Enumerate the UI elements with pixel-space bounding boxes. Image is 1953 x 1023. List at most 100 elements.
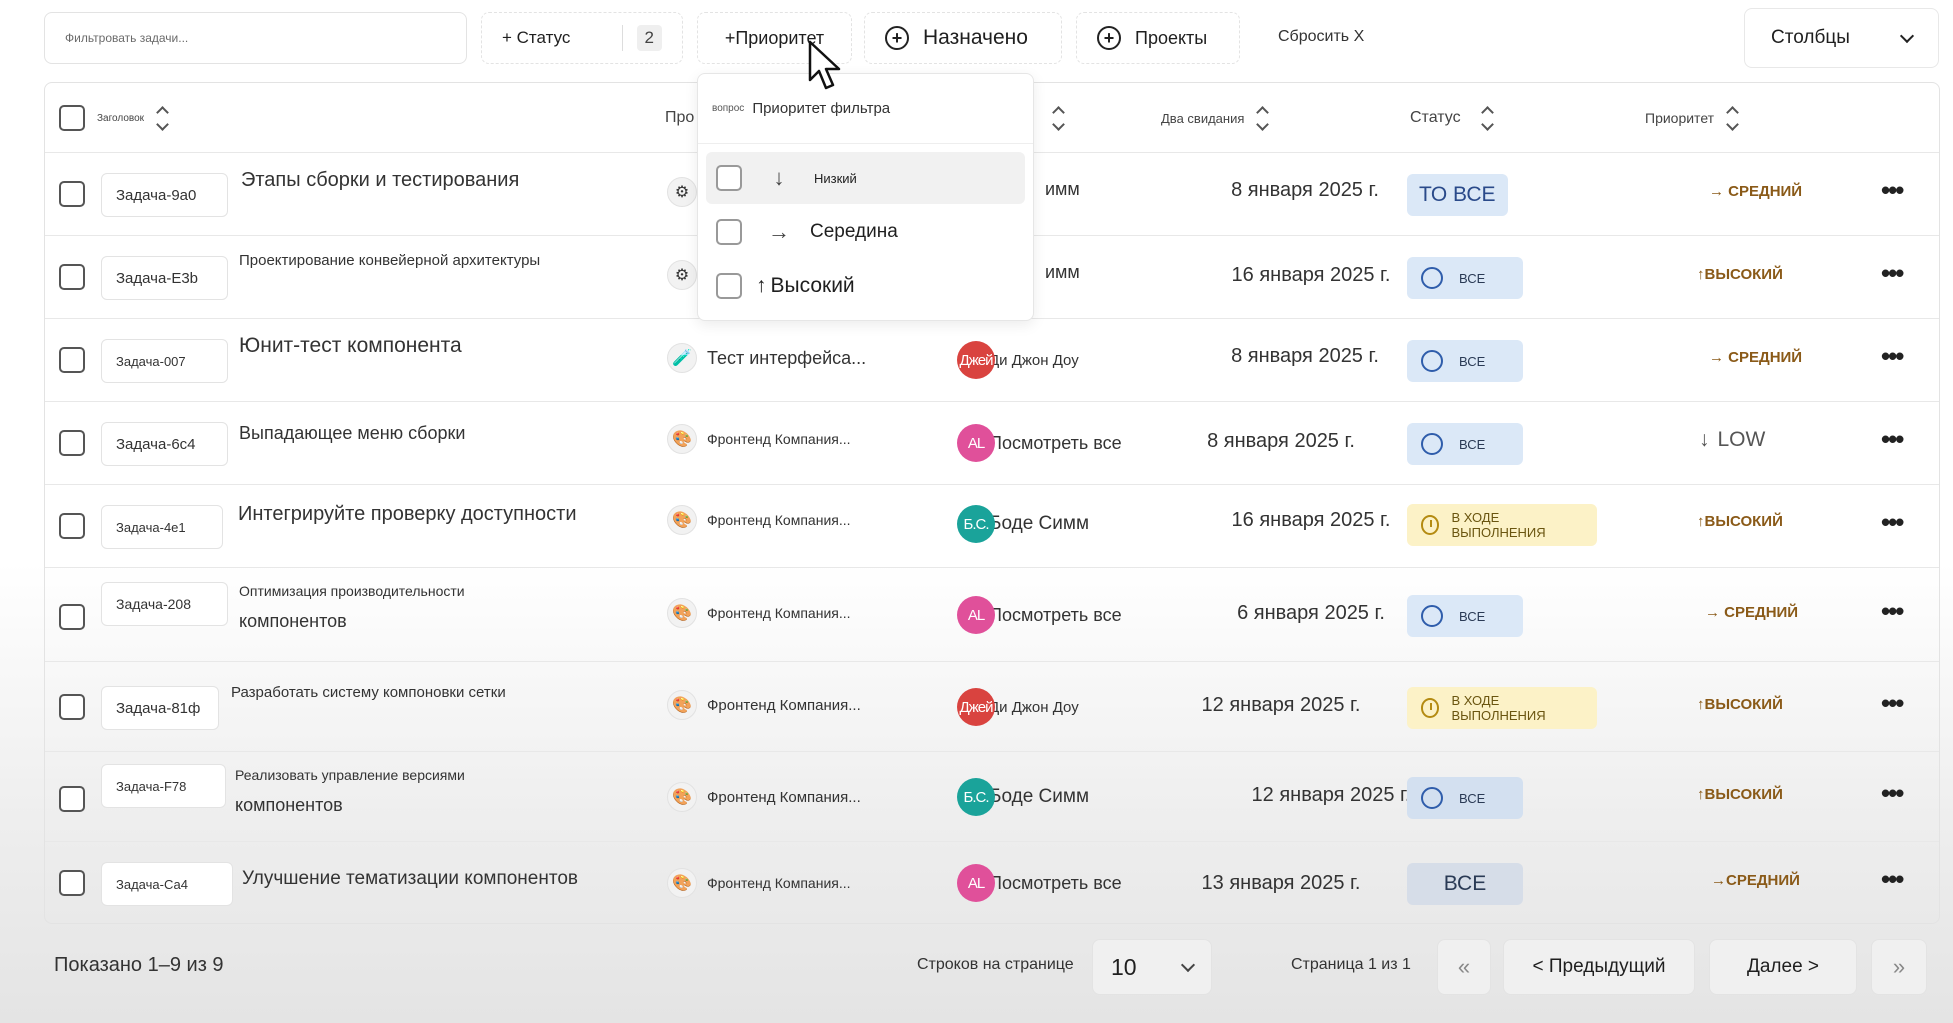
table-row[interactable]: Задача-007 Юнит-тест компонента 🧪 Тест и… (45, 319, 1939, 402)
task-title[interactable]: Выпадающее меню сборки (239, 418, 659, 448)
row-actions-menu-icon[interactable]: ••• (1881, 864, 1904, 895)
row-actions-menu-icon[interactable]: ••• (1881, 507, 1904, 538)
sort-icon (1052, 105, 1065, 131)
projects-filter-button[interactable]: + Проекты (1076, 12, 1240, 64)
rows-per-page-select[interactable]: 10 (1092, 939, 1212, 995)
row-checkbox[interactable] (59, 347, 85, 373)
table-row[interactable]: Задача-6с4 Выпадающее меню сборки 🎨 Фрон… (45, 402, 1939, 485)
row-checkbox[interactable] (59, 604, 85, 630)
task-title[interactable]: Оптимизация производительности компонент… (239, 576, 659, 636)
row-checkbox[interactable] (59, 694, 85, 720)
task-id-badge: Задача-4е1 (101, 505, 223, 549)
row-checkbox[interactable] (59, 264, 85, 290)
status-badge: В ХОДЕ ВЫПОЛНЕНИЯ (1407, 687, 1597, 729)
avatar: Б.С. (957, 778, 995, 816)
due-date: 8 января 2025 г. (1231, 179, 1379, 201)
status-text: ВСЕ (1459, 270, 1486, 286)
avatar: AL (957, 424, 995, 462)
row-actions-menu-icon[interactable]: ••• (1881, 258, 1904, 289)
task-title[interactable]: Улучшение тематизации компонентов (242, 864, 662, 894)
task-title[interactable]: Юнит-тест компонента (239, 331, 659, 361)
due-date: 12 января 2025 г. (1201, 694, 1361, 716)
row-actions-menu-icon[interactable]: ••• (1881, 341, 1904, 372)
status-filter-button[interactable]: + Статус 2 (481, 12, 683, 64)
divider (621, 25, 623, 51)
circle-status-icon (1421, 605, 1443, 627)
option-checkbox[interactable] (716, 273, 742, 299)
priority-label: → СРЕДНИЙ (1709, 349, 1803, 366)
row-actions-menu-icon[interactable]: ••• (1881, 424, 1904, 455)
task-title[interactable]: Разработать систему компоновки сетки (231, 678, 651, 708)
row-checkbox[interactable] (59, 181, 85, 207)
status-badge: ВСЕ (1407, 863, 1523, 905)
column-header-title[interactable]: Заголовок (97, 83, 169, 153)
previous-page-button[interactable]: < Предыдущий (1503, 939, 1695, 995)
row-actions-menu-icon[interactable]: ••• (1881, 175, 1904, 206)
task-title[interactable]: Интегрируйте проверку доступности (238, 499, 658, 529)
column-header-project[interactable]: Про (665, 83, 694, 153)
column-header-date[interactable]: Два свидания (1161, 83, 1270, 153)
reset-filters-button[interactable]: Сбросить X (1278, 28, 1364, 46)
task-id-badge: Задача-81ф (101, 686, 219, 730)
avatar: Джей (957, 341, 995, 379)
project-cell: 🎨 Фронтенд Компания... (667, 868, 917, 898)
project-name: Тест интерфейса... (707, 347, 867, 368)
row-actions-menu-icon[interactable]: ••• (1881, 778, 1904, 809)
filter-tasks-input[interactable]: Фильтровать задачи... (44, 12, 467, 64)
row-checkbox[interactable] (59, 786, 85, 812)
row-checkbox[interactable] (59, 513, 85, 539)
last-page-button[interactable]: » (1871, 939, 1927, 995)
option-checkbox[interactable] (716, 165, 742, 191)
palette-icon: 🎨 (667, 505, 697, 535)
priority-cell: ↓ LOW (1699, 428, 1765, 452)
option-label: Середина (810, 221, 898, 242)
project-name: Фронтенд Компания... (707, 605, 851, 621)
assigned-filter-button[interactable]: + Назначено (864, 12, 1062, 64)
status-badge: ВСЕ (1407, 257, 1523, 299)
row-checkbox-cell (59, 264, 85, 290)
select-all-checkbox[interactable] (59, 105, 85, 131)
option-checkbox[interactable] (716, 219, 742, 245)
row-checkbox-cell (59, 181, 85, 207)
dropdown-header-prefix: вопрос (712, 103, 745, 114)
row-checkbox[interactable] (59, 430, 85, 456)
task-title[interactable]: Этапы сборки и тестирования (241, 165, 661, 195)
gear-icon: ⚙ (667, 177, 697, 207)
next-page-button[interactable]: Далее > (1709, 939, 1857, 995)
plus-circle-icon: + (1097, 26, 1121, 50)
priority-filter-dropdown: вопрос Приоритет фильтра ↓ Низкий → Сере… (697, 73, 1034, 321)
columns-button[interactable]: Столбцы (1744, 8, 1939, 68)
circle-status-icon (1421, 433, 1443, 455)
palette-icon: 🎨 (667, 598, 697, 628)
row-actions-menu-icon[interactable]: ••• (1881, 596, 1904, 627)
row-actions-menu-icon[interactable]: ••• (1881, 688, 1904, 719)
first-page-button[interactable]: « (1437, 939, 1491, 995)
chevron-down-icon (1180, 957, 1196, 972)
arrow-right-icon: → (768, 219, 790, 244)
table-row[interactable]: Задача-4е1 Интегрируйте проверку доступн… (45, 485, 1939, 568)
table-row[interactable]: Задача-208 Оптимизация производительност… (45, 568, 1939, 662)
table-row[interactable]: Задача-Са4 Улучшение тематизации компоне… (45, 842, 1939, 924)
status-text: В ХОДЕ ВЫПОЛНЕНИЯ (1451, 510, 1546, 540)
priority-label: LOW (1717, 428, 1766, 451)
circle-status-icon (1421, 267, 1443, 289)
select-all-checkbox-cell (59, 83, 85, 153)
task-title[interactable]: Реализовать управление версиями компонен… (235, 760, 655, 820)
column-header-status[interactable]: Статус (1410, 83, 1494, 153)
table-row[interactable]: Задача-81ф Разработать систему компоновк… (45, 662, 1939, 752)
row-checkbox[interactable] (59, 870, 85, 896)
table-row[interactable]: Задача-F78 Реализовать управление версия… (45, 752, 1939, 842)
column-header-priority[interactable]: Приоритет (1645, 83, 1739, 153)
mouse-cursor-icon (808, 40, 841, 90)
column-header-assignee-sort[interactable] (1040, 83, 1065, 153)
task-title-line-1: Реализовать управление версиями (235, 767, 465, 783)
test-tube-icon: 🧪 (667, 343, 697, 373)
project-cell: 🎨 Фронтенд Компания... (667, 690, 917, 720)
priority-option-medium[interactable]: → Середина (706, 206, 1025, 258)
task-title[interactable]: Проектирование конвейерной архитектуры (239, 246, 659, 276)
double-chevron-right-icon: » (1892, 954, 1906, 979)
project-name: Фронтенд Компания... (707, 431, 851, 447)
priority-option-low[interactable]: ↓ Низкий (706, 152, 1025, 204)
option-label: Низкий (814, 170, 857, 186)
priority-option-high[interactable]: ↑ Высокий (706, 260, 1025, 312)
